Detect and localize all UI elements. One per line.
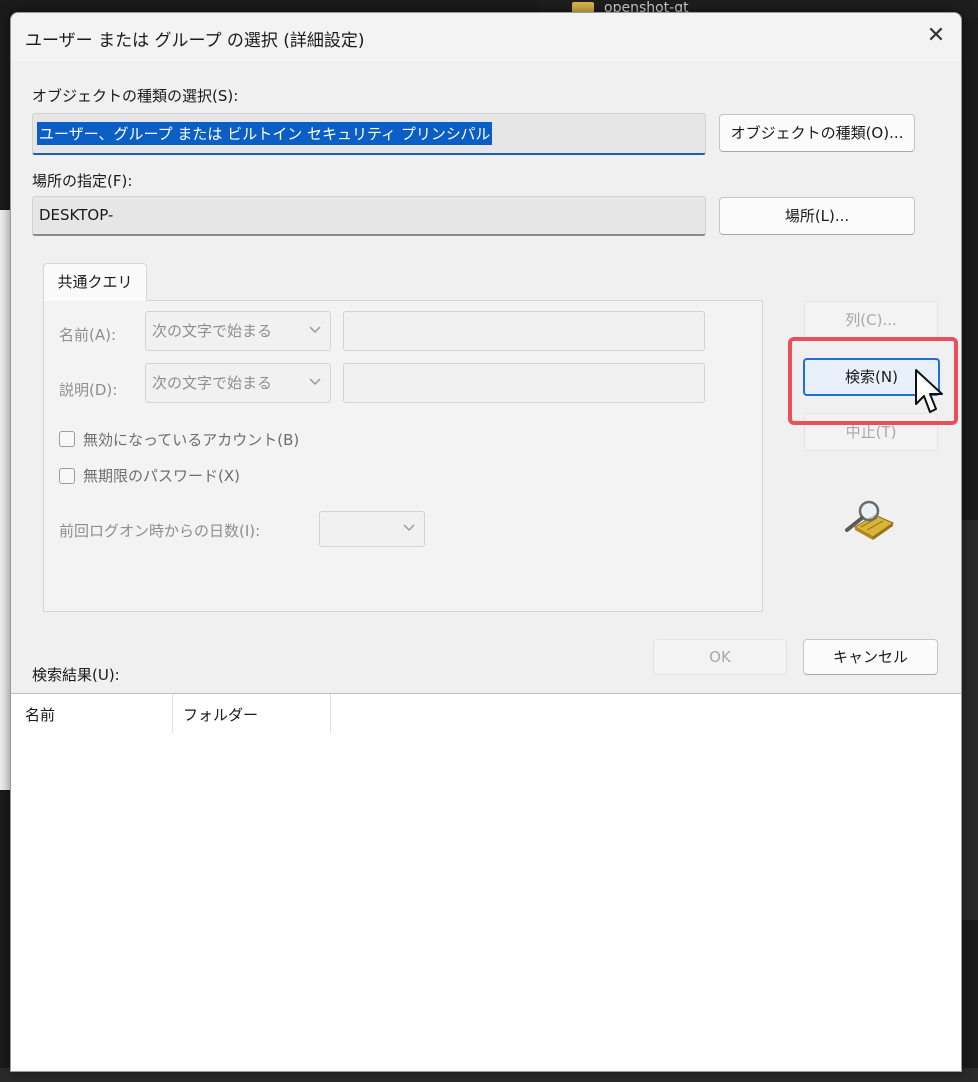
column-header-name[interactable]: 名前 bbox=[11, 694, 173, 734]
days-since-logon-label: 前回ログオン時からの日数(I): bbox=[59, 522, 261, 540]
search-results-label: 検索結果(U): bbox=[32, 666, 120, 684]
days-since-logon-combo[interactable] bbox=[319, 511, 425, 547]
background-window-right bbox=[960, 520, 978, 920]
description-mode-combo[interactable]: 次の文字で始まる bbox=[145, 363, 331, 403]
cancel-button[interactable]: キャンセル bbox=[803, 639, 938, 675]
no-expire-password-checkbox[interactable] bbox=[59, 468, 75, 484]
description-label: 説明(D): bbox=[59, 381, 118, 399]
close-icon: ✕ bbox=[926, 23, 946, 48]
location-field[interactable]: DESKTOP- bbox=[32, 196, 706, 236]
column-header-folder[interactable]: フォルダー bbox=[173, 694, 331, 734]
location-label: 場所の指定(F): bbox=[32, 172, 133, 190]
object-types-button[interactable]: オブジェクトの種類(O)... bbox=[719, 114, 915, 152]
no-expire-password-label: 無期限のパスワード(X) bbox=[83, 467, 240, 485]
object-type-value: ユーザー、グループ または ビルトイン セキュリティ プリンシパル bbox=[37, 122, 493, 145]
location-value: DESKTOP- bbox=[39, 206, 114, 224]
object-type-label: オブジェクトの種類の選択(S): bbox=[32, 87, 239, 105]
disabled-accounts-label: 無効になっているアカウント(B) bbox=[83, 431, 300, 449]
ok-button[interactable]: OK bbox=[653, 639, 787, 675]
name-mode-combo[interactable]: 次の文字で始まる bbox=[145, 311, 331, 351]
dialog-title: ユーザー または グループ の選択 (詳細設定) bbox=[25, 31, 365, 51]
tab-common-queries-label: 共通クエリ bbox=[57, 273, 133, 291]
name-label: 名前(A): bbox=[59, 326, 117, 344]
mouse-pointer-icon bbox=[912, 368, 946, 416]
search-directory-icon bbox=[841, 497, 897, 541]
description-input[interactable] bbox=[343, 363, 705, 403]
tab-common-queries[interactable]: 共通クエリ bbox=[43, 263, 147, 301]
locations-button[interactable]: 場所(L)... bbox=[719, 197, 915, 235]
name-mode-value: 次の文字で始まる bbox=[152, 322, 273, 340]
name-input[interactable] bbox=[343, 311, 705, 351]
title-bar[interactable]: ユーザー または グループ の選択 (詳細設定) ✕ bbox=[11, 13, 961, 61]
chevron-down-icon bbox=[308, 370, 322, 398]
close-button[interactable]: ✕ bbox=[921, 21, 951, 51]
description-mode-value: 次の文字で始まる bbox=[152, 374, 273, 392]
search-results-list[interactable]: 名前 フォルダー bbox=[11, 693, 961, 1071]
object-type-field[interactable]: ユーザー、グループ または ビルトイン セキュリティ プリンシパル bbox=[32, 113, 706, 155]
chevron-down-icon bbox=[308, 318, 322, 346]
disabled-accounts-checkbox[interactable] bbox=[59, 431, 75, 447]
columns-button[interactable]: 列(C)... bbox=[804, 301, 938, 339]
chevron-down-icon bbox=[402, 516, 416, 544]
select-users-dialog: ユーザー または グループ の選択 (詳細設定) ✕ オブジェクトの種類の選択(… bbox=[10, 12, 962, 1072]
